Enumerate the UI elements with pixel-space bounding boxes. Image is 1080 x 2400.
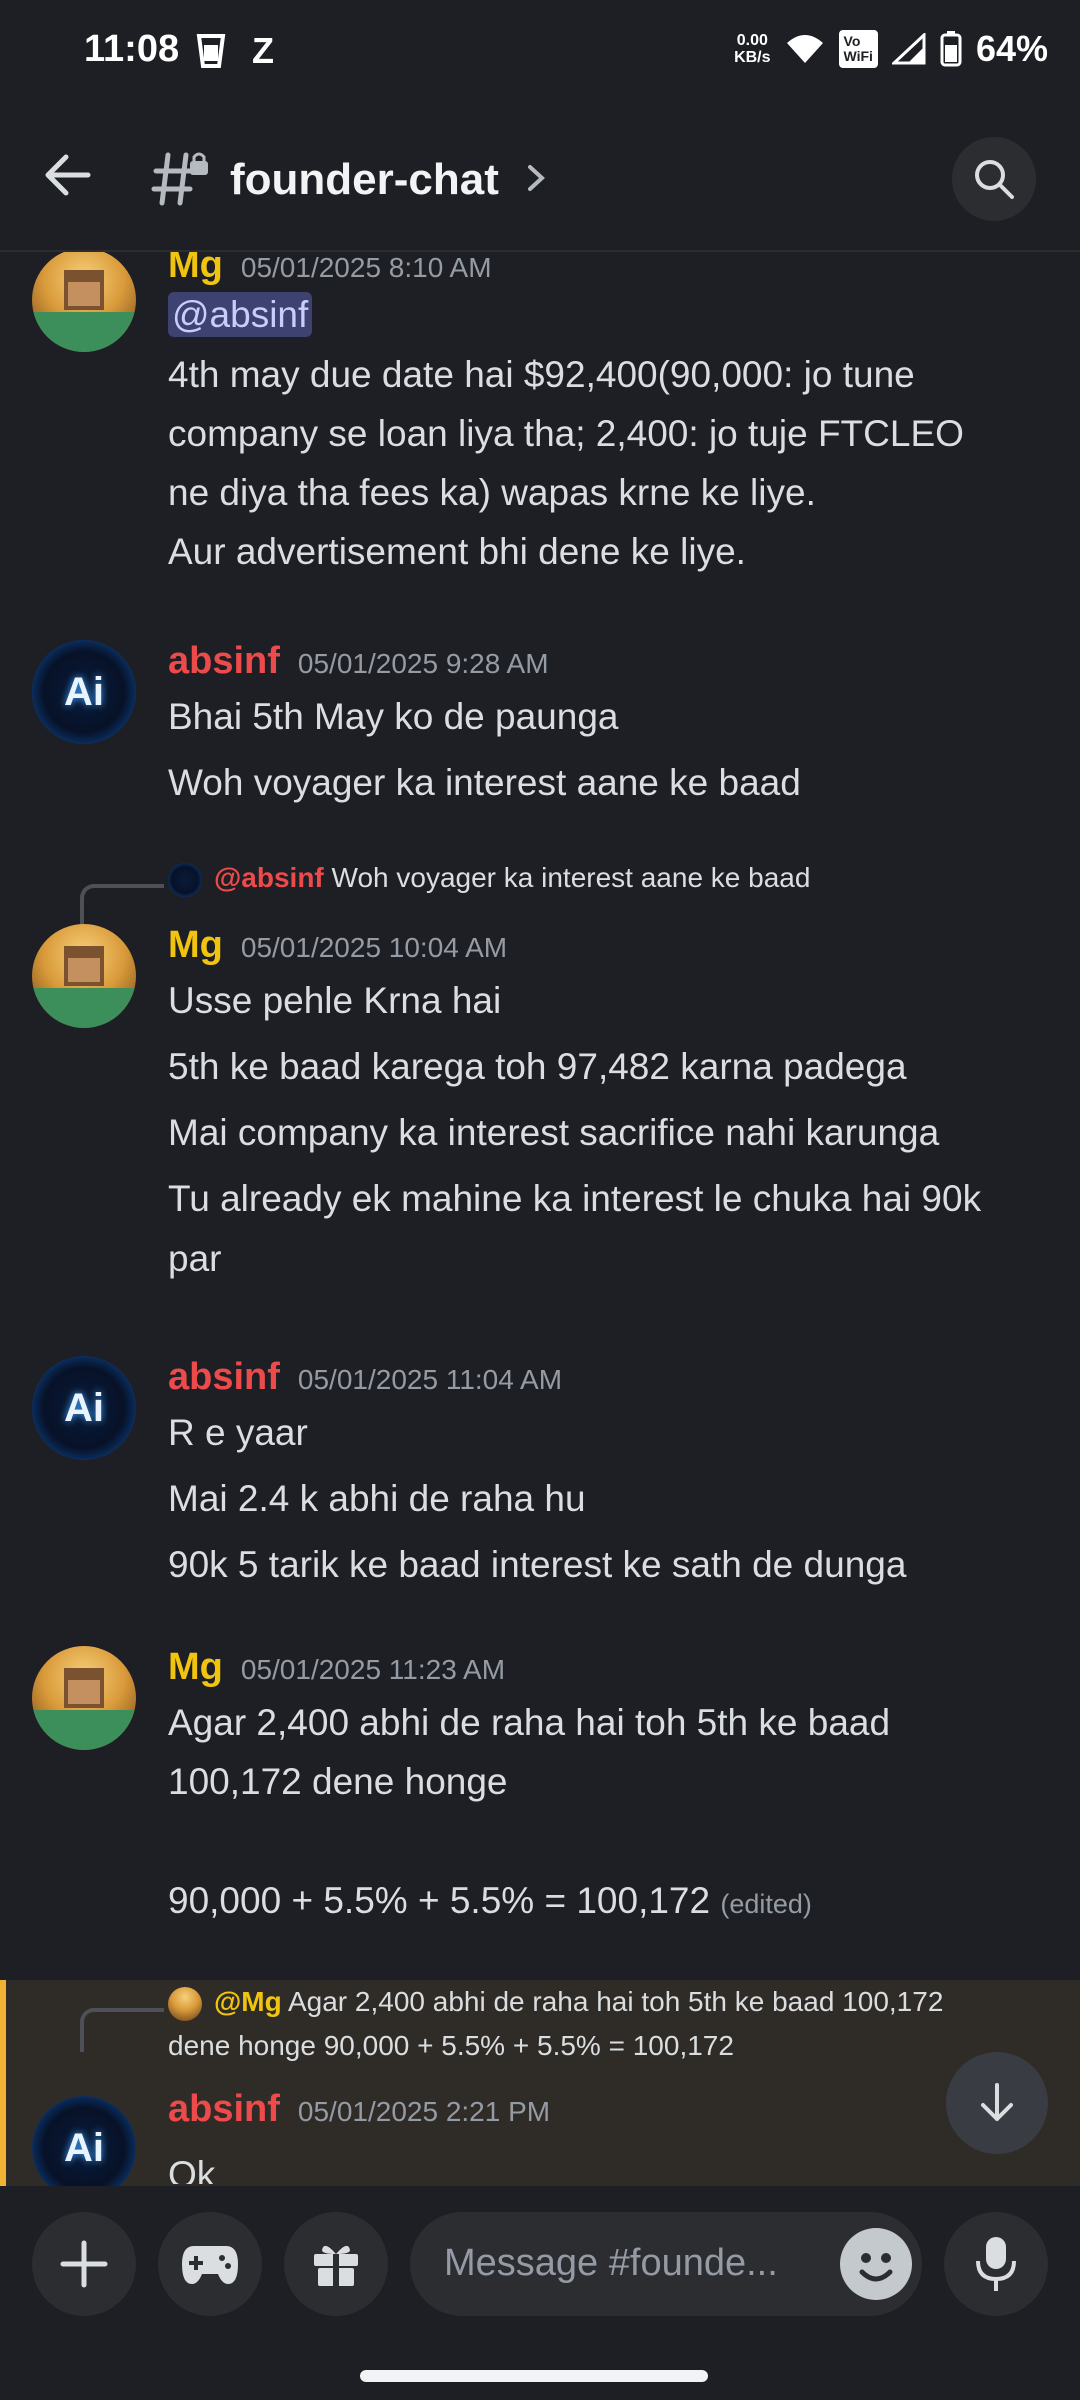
timestamp: 05/01/2025 11:04 AM [297,1364,563,1395]
avatar-absinf[interactable]: Ai [32,640,136,744]
avatar-mg[interactable] [32,1646,136,1750]
arrow-down-icon [981,2083,1013,2121]
add-attachment-button[interactable] [32,2212,136,2316]
home-indicator[interactable] [360,2370,708,2382]
wifi-icon [786,35,823,63]
reply-preview[interactable]: @Mg Agar 2,400 abhi de raha hai toh 5th … [168,1986,943,2021]
message-line: Aur advertisement bhi dene ke liye. [168,531,746,572]
author-name[interactable]: Mg [168,1646,223,1688]
reply-connector [80,884,164,928]
timestamp: 05/01/2025 2:21 PM [297,2096,551,2127]
message-line: company se loan liya tha; 2,400: jo tuje… [168,413,964,454]
reply-connector [80,2008,164,2052]
cup-icon [196,34,226,68]
timestamp: 05/01/2025 11:23 AM [240,1654,506,1685]
message-line: Usse pehle Krna hai [168,980,502,1021]
author-name[interactable]: Mg [168,252,223,286]
message-input-placeholder: Message #founde... [444,2242,778,2284]
author-name[interactable]: Mg [168,924,223,966]
net-speed: 0.00 KB/s [734,32,771,66]
avatar-mg[interactable] [32,252,136,352]
battery-level: 64% [975,28,1048,69]
hashtag-lock-icon [151,152,208,206]
battery-icon [940,31,962,67]
author-name[interactable]: absinf [168,1356,280,1398]
message-line: Bhai 5th May ko de paunga [168,696,619,737]
message-input[interactable]: Message #founde... [410,2212,922,2316]
emoji-icon[interactable] [840,2228,912,2300]
mention[interactable]: @absinf [168,292,313,337]
reply-avatar [168,862,202,897]
message-line: Woh voyager ka interest aane ke baad [168,762,801,803]
message-line: 90k 5 tarik ke baad interest ke sath de … [168,1544,907,1585]
message-line: Agar 2,400 abhi de raha hai toh 5th ke b… [168,1702,891,1743]
message-line: 90,000 + 5.5% + 5.5% = 100,172 [168,1880,711,1921]
status-bar: 11:08 Z 0.00 KB/s Vo WiFi 64% [0,0,1080,105]
composer-bar: Message #founde... [0,2186,1080,2400]
jump-to-present-button[interactable] [946,2052,1048,2154]
activities-button[interactable] [158,2212,262,2316]
message-line: Ok [168,2154,216,2184]
gift-button[interactable] [284,2212,388,2316]
avatar-mg[interactable] [32,924,136,1028]
reply-preview-line2: dene honge 90,000 + 5.5% + 5.5% = 100,17… [168,2030,734,2061]
plus-icon [60,2240,108,2288]
avatar-absinf[interactable]: Ai [32,2096,136,2200]
author-name[interactable]: absinf [168,640,280,682]
message-line: ne diya tha fees ka) wapas krne ke liye. [168,472,816,513]
message-line: Mai company ka interest sacrifice nahi k… [168,1112,940,1153]
carrier-glyph: Z [252,30,274,71]
message-line: 4th may due date hai $92,400(90,000: jo … [168,354,915,395]
message-line: 100,172 dene honge [168,1761,508,1802]
message-line: par [168,1238,222,1279]
timestamp: 05/01/2025 10:04 AM [240,932,508,963]
chevron-right-icon[interactable] [526,163,548,193]
timestamp: 05/01/2025 9:28 AM [297,648,549,679]
reply-preview[interactable]: @absinf Woh voyager ka interest aane ke … [168,862,810,897]
microphone-icon [976,2237,1016,2291]
reply-avatar [168,1986,202,2021]
signal-icon [891,33,926,65]
voice-message-button[interactable] [944,2212,1048,2316]
back-arrow-icon[interactable] [42,149,94,201]
message-line: R e yaar [168,1412,308,1453]
search-button[interactable] [952,137,1036,221]
message-line: 5th ke baad karega toh 97,482 karna pade… [168,1046,907,1087]
gamepad-icon [182,2246,238,2284]
search-icon [975,160,1014,199]
channel-title[interactable]: founder-chat [230,155,499,205]
author-name[interactable]: absinf [168,2088,280,2130]
vowifi-badge: Vo WiFi [838,30,878,68]
message-list[interactable]: Mg 05/01/2025 8:10 AM @absinf 4th may due… [0,252,1080,2182]
message-line: Mai 2.4 k abhi de raha hu [168,1478,586,1519]
edited-label: (edited) [720,1889,812,1919]
timestamp: 05/01/2025 8:10 AM [240,252,492,283]
gift-icon [314,2245,358,2286]
status-time: 11:08 [84,28,180,70]
avatar-absinf[interactable]: Ai [32,1356,136,1460]
channel-header: founder-chat [0,105,1080,252]
message-line: Tu already ek mahine ka interest le chuk… [168,1178,982,1219]
